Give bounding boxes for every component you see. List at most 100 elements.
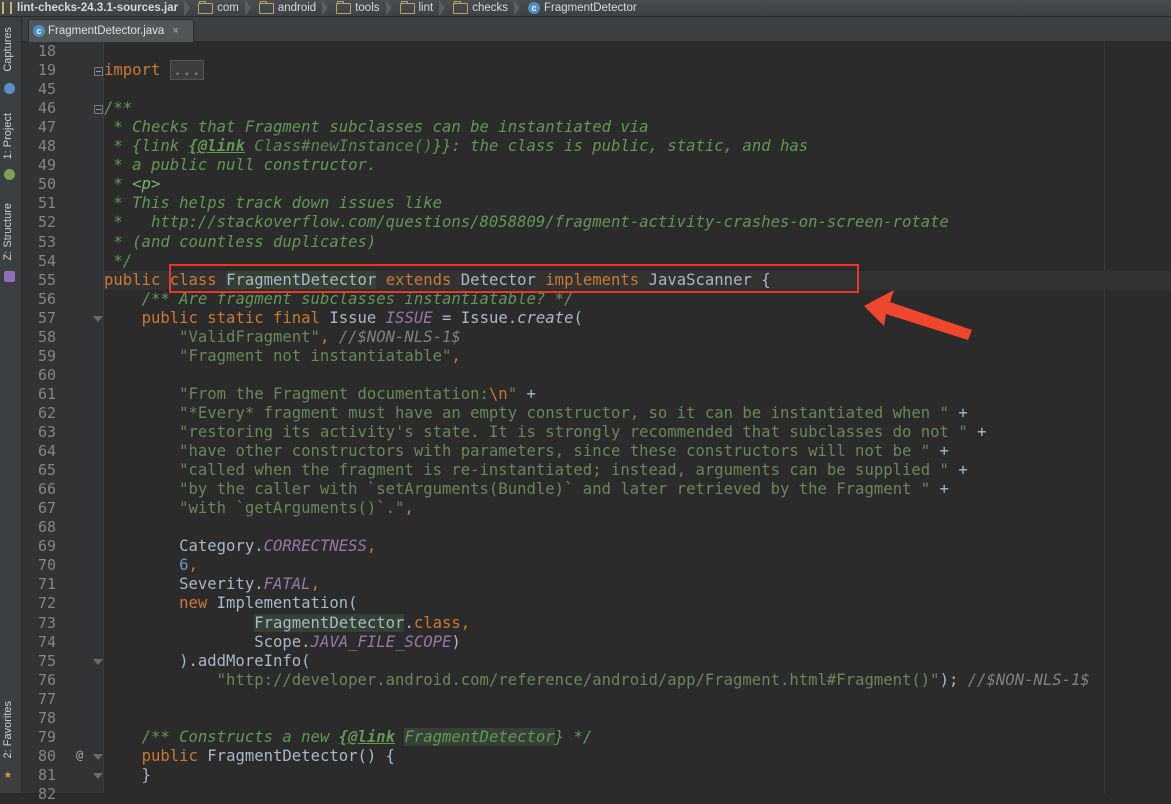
line-number: 70 (37, 556, 56, 575)
line-number: 64 (37, 442, 56, 461)
breadcrumb-item-checks[interactable]: checks (447, 0, 512, 16)
code-line[interactable]: /** Constructs a new {@link FragmentDete… (104, 727, 592, 747)
breadcrumb-item-com[interactable]: com (192, 0, 243, 16)
code-token: Implementation( (207, 594, 358, 613)
code-line[interactable]: "restoring its activity's state. It is s… (104, 423, 986, 442)
code-token: "with `getArguments()`." (179, 499, 405, 518)
line-number: 69 (37, 537, 56, 556)
code-line[interactable]: "have other constructors with parameters… (104, 442, 949, 461)
code-line[interactable]: Severity.FATAL, (104, 575, 320, 594)
code-line[interactable]: "by the caller with `setArguments(Bundle… (104, 480, 949, 499)
code-line[interactable]: "*Every* fragment must have an empty con… (104, 404, 968, 423)
line-number: 48 (37, 137, 56, 156)
code-line[interactable]: * Checks that Fragment subclasses can be… (104, 118, 648, 137)
fold-marker-icon[interactable] (93, 315, 103, 322)
line-number: 74 (37, 632, 56, 651)
code-token: * (104, 175, 133, 194)
code-line[interactable]: Scope.JAVA_FILE_SCOPE) (104, 633, 461, 652)
code-token: " (507, 384, 518, 403)
code-token: class, (413, 613, 471, 632)
fold-toggle-icon[interactable] (94, 105, 103, 115)
code-token: , (451, 346, 461, 365)
breadcrumb-separator (244, 0, 251, 16)
code-line[interactable]: "Fragment not instantiatable", (104, 347, 461, 366)
code-token: {@link (188, 137, 245, 156)
code-token: CORRECTNESS (263, 537, 367, 556)
tab-fragmentdetector-java[interactable]: c FragmentDetector.java × (28, 19, 194, 42)
code-line[interactable]: "http://developer.android.com/reference/… (104, 671, 1090, 690)
breadcrumb-label: lint (418, 2, 434, 14)
code-line[interactable]: * {link {@link Class#newInstance()}}: th… (104, 137, 808, 156)
code-line[interactable]: "From the Fragment documentation:\n" + (104, 385, 536, 404)
project-tool-button[interactable]: 1: Project (2, 113, 14, 159)
breadcrumb-item-tools[interactable]: tools (330, 0, 383, 16)
code-token: "ValidFragment" (179, 327, 320, 346)
breadcrumb-label: FragmentDetector (544, 2, 637, 14)
code-line[interactable]: "called when the fragment is re-instanti… (104, 461, 968, 480)
line-number: 61 (37, 384, 56, 403)
code-token: * http://stackoverflow.com/questions/805… (104, 213, 949, 232)
code-token: , (188, 556, 198, 575)
fold-marker-icon[interactable] (93, 772, 103, 779)
close-icon[interactable]: × (172, 25, 178, 37)
code-line[interactable]: * <p> (104, 175, 160, 194)
code-line[interactable]: * This helps track down issues like (104, 194, 442, 213)
breadcrumb-item-lint[interactable]: lint (394, 0, 438, 16)
code-token: "by the caller with `setArguments(Bundle… (179, 480, 931, 499)
code-line[interactable]: */ (104, 252, 132, 271)
code-editor[interactable]: import ... /** * Checks that Fragment sub… (104, 42, 1171, 793)
code-token: Scope. (104, 632, 311, 651)
favorites-tool-button[interactable]: 2: Favorites (2, 701, 14, 758)
code-line[interactable]: 6, (104, 556, 198, 575)
code-token: * (and countless duplicates) (104, 232, 377, 251)
code-token: /** (104, 99, 133, 118)
code-token: */ (104, 251, 133, 270)
code-token: create (517, 308, 574, 327)
structure-tool-button[interactable]: Z: Structure (2, 203, 14, 260)
code-line[interactable]: "ValidFragment", //$NON-NLS-1$ (104, 328, 461, 347)
code-line[interactable]: * a public null constructor. (104, 156, 376, 175)
tab-label: FragmentDetector.java (48, 25, 165, 37)
code-line[interactable]: /** (104, 99, 132, 118)
code-line[interactable]: * (and countless duplicates) (104, 233, 376, 252)
code-line[interactable]: } (104, 766, 151, 785)
code-token: * This helps track down issues like (104, 194, 442, 213)
breadcrumb-item-android[interactable]: android (253, 0, 320, 16)
line-number: 71 (37, 575, 56, 594)
line-number: 77 (37, 689, 56, 708)
code-line[interactable]: FragmentDetector.class, (104, 613, 471, 633)
breadcrumb-label: tools (355, 2, 380, 14)
code-line[interactable]: ).addMoreInfo( (104, 652, 310, 671)
breadcrumb-item-fragmentdetector[interactable]: c FragmentDetector (522, 0, 641, 16)
fold-toggle-icon[interactable] (94, 67, 103, 77)
code-line[interactable]: import ... (104, 60, 204, 81)
line-number: 53 (37, 232, 56, 251)
fold-marker-icon[interactable] (93, 753, 103, 760)
code-token: * {link (104, 137, 189, 156)
line-number: 46 (37, 99, 56, 118)
fold-marker-icon[interactable] (93, 658, 103, 665)
code-line[interactable]: new Implementation( (104, 594, 358, 613)
override-marker-icon[interactable]: @ (76, 748, 83, 762)
code-line[interactable]: "with `getArguments()`.", (104, 499, 414, 518)
code-token: , (404, 499, 414, 518)
class-icon: c (528, 2, 540, 14)
code-token: public (104, 270, 161, 289)
code-token: JAVA_FILE_SCOPE (310, 632, 452, 651)
breadcrumb-label: checks (472, 2, 508, 14)
code-line[interactable]: public static final Issue ISSUE = Issue.… (104, 309, 583, 328)
code-line[interactable]: Category.CORRECTNESS, (104, 537, 376, 556)
code-line[interactable]: public FragmentDetector() { (104, 747, 396, 766)
breadcrumb-item-lint-checks-24-3-1-sources-jar[interactable]: lint-checks-24.3.1-sources.jar (0, 0, 182, 16)
code-line[interactable]: * http://stackoverflow.com/questions/805… (104, 213, 949, 232)
captures-tool-button[interactable]: Captures (2, 27, 14, 72)
fold-placeholder[interactable]: ... (169, 60, 204, 81)
code-token: , (366, 537, 377, 556)
